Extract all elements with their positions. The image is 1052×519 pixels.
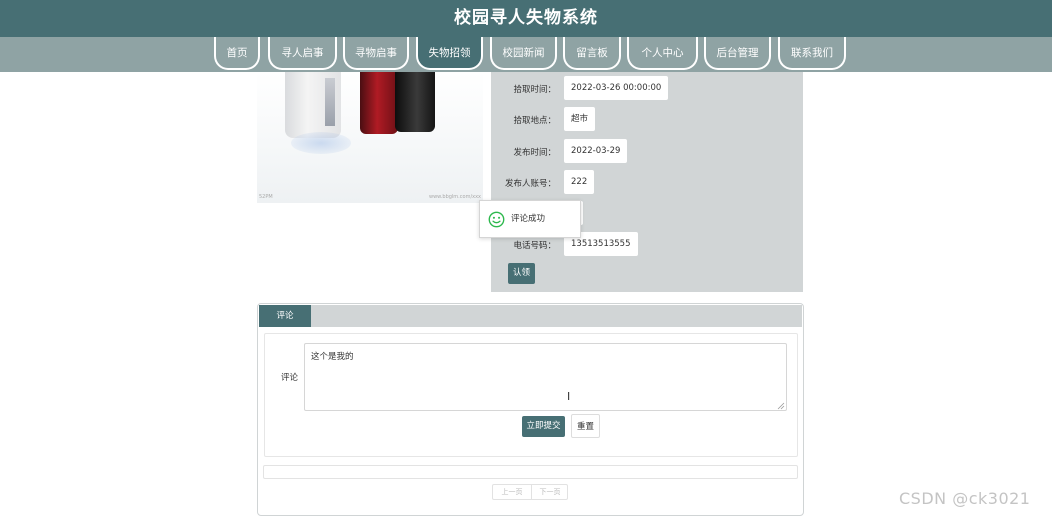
phone-label: 电话号码： xyxy=(513,241,556,251)
claim-button[interactable]: 认领 xyxy=(508,263,535,284)
power-bank-glow xyxy=(291,132,351,154)
submit-button[interactable]: 立即提交 xyxy=(522,416,565,437)
prev-page-button[interactable]: 上一页 xyxy=(493,485,531,499)
photo-watermark-left: 52PM xyxy=(259,194,273,200)
text-cursor-icon: I xyxy=(567,390,571,403)
pagination: 上一页 下一页 xyxy=(492,484,568,500)
publish-time-value: 2022-03-29 xyxy=(564,139,628,163)
comment-list xyxy=(263,465,798,479)
resize-grip-icon[interactable] xyxy=(777,402,785,410)
publisher-account-value: 222 xyxy=(564,170,595,194)
pickup-location-label: 拾取地点： xyxy=(513,116,556,126)
publish-time-label: 发布时间： xyxy=(513,148,556,158)
csdn-watermark: CSDN @ck3021 xyxy=(899,489,1031,508)
nav-item-missing-person[interactable]: 寻人启事 xyxy=(268,37,337,70)
next-page-button[interactable]: 下一页 xyxy=(531,485,568,499)
nav-item-personal-center[interactable]: 个人中心 xyxy=(627,37,698,70)
comment-tab-bar xyxy=(259,305,802,327)
power-bank-stripe xyxy=(325,78,335,126)
power-bank-red xyxy=(360,72,398,134)
pickup-time-value: 2022-03-26 00:00:00 xyxy=(564,76,669,100)
nav-item-home[interactable]: 首页 xyxy=(214,37,260,70)
tab-comments[interactable]: 评论 xyxy=(259,305,311,327)
item-photo: 52PM www.bbglm.com/xxx xyxy=(257,72,483,203)
toast-message: 评论成功 xyxy=(511,214,546,224)
smiley-icon xyxy=(488,211,505,228)
comment-field-label: 评论 xyxy=(281,373,299,383)
pickup-location-value: 超市 xyxy=(564,107,596,131)
publisher-account-label: 发布人账号： xyxy=(504,179,556,189)
reset-button[interactable]: 重置 xyxy=(571,414,600,438)
pickup-time-label: 拾取时间： xyxy=(513,85,556,95)
nav-item-message-board[interactable]: 留言板 xyxy=(563,37,621,70)
nav-item-admin[interactable]: 后台管理 xyxy=(704,37,771,70)
photo-watermark-right: www.bbglm.com/xxx xyxy=(429,194,482,200)
nav-item-contact[interactable]: 联系我们 xyxy=(778,37,846,70)
success-toast: 评论成功 xyxy=(479,200,581,238)
power-bank-black xyxy=(395,72,435,132)
comment-textarea[interactable]: 这个是我的 xyxy=(304,343,787,411)
nav-item-lost-item[interactable]: 寻物启事 xyxy=(343,37,409,70)
site-title: 校园寻人失物系统 xyxy=(454,8,598,28)
power-bank-white xyxy=(285,72,341,138)
nav-item-campus-news[interactable]: 校园新闻 xyxy=(490,37,557,70)
nav-item-found-item[interactable]: 失物招领 xyxy=(416,37,483,70)
